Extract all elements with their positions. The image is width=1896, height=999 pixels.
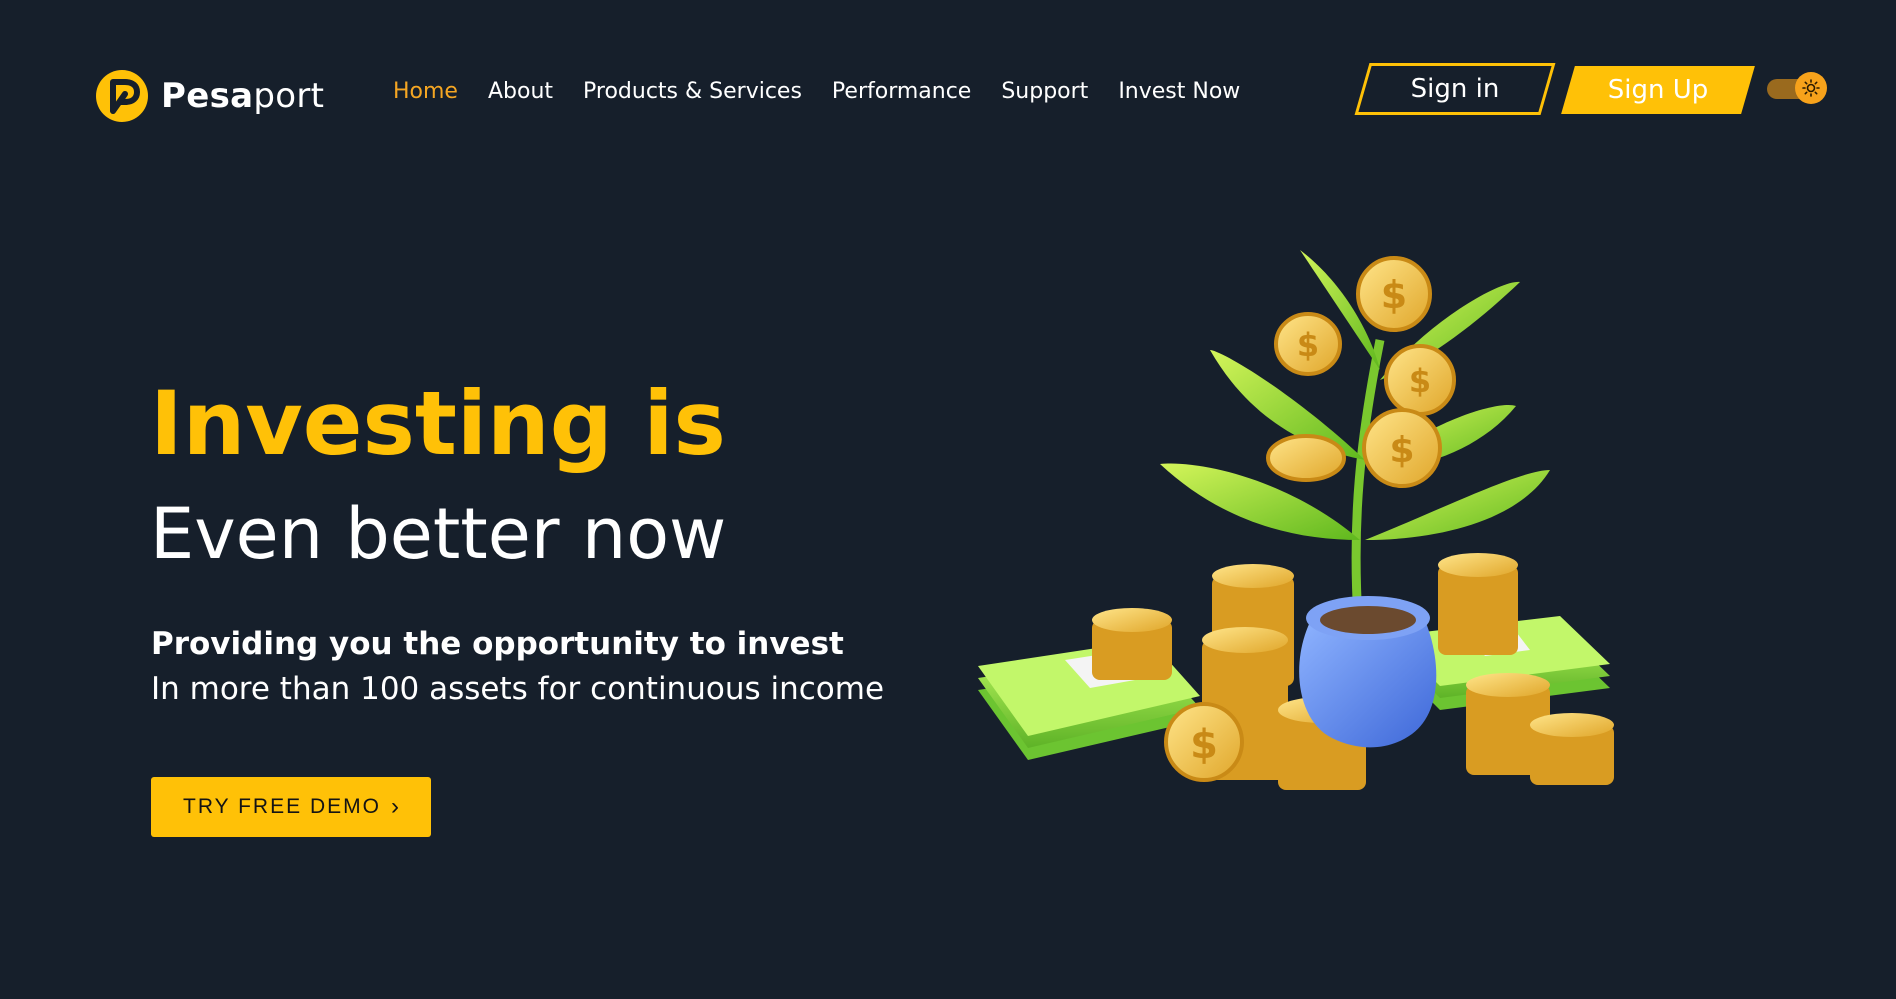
sign-up-label: Sign Up	[1607, 75, 1709, 105]
sign-in-label: Sign in	[1410, 74, 1500, 104]
svg-text:$: $	[1297, 326, 1319, 364]
coin-left: $	[1274, 312, 1342, 376]
hero-tagline-bold: Providing you the opportunity to invest	[151, 626, 844, 662]
site-header: Pesaport Home About Products & Services …	[0, 0, 1896, 180]
nav-home[interactable]: Home	[393, 76, 458, 108]
sun-icon	[1795, 72, 1827, 104]
logo-text: Pesaport	[161, 70, 324, 122]
plant-pot	[1299, 596, 1437, 748]
sign-in-button[interactable]: Sign in	[1362, 63, 1548, 115]
nav-products-services[interactable]: Products & Services	[583, 76, 802, 108]
chevron-right-icon: ›	[390, 793, 399, 820]
svg-text:$: $	[1389, 430, 1414, 471]
coin-mid-left	[1266, 434, 1346, 482]
main-nav: Home About Products & Services Performan…	[393, 76, 1240, 108]
logo-mark-icon	[96, 70, 148, 122]
svg-text:$: $	[1409, 362, 1431, 400]
coin-stack-1	[1092, 608, 1172, 680]
nav-performance[interactable]: Performance	[832, 76, 971, 108]
sign-up-button[interactable]: Sign Up	[1568, 66, 1748, 114]
money-plant-illustration: $ $ $ $ $	[978, 250, 1614, 790]
try-free-demo-label: TRY FREE DEMO	[183, 795, 381, 818]
coin-right: $	[1384, 344, 1456, 416]
logo-text-light: port	[253, 76, 325, 116]
try-free-demo-button[interactable]: TRY FREE DEMO ›	[151, 777, 431, 837]
coin-front: $	[1164, 702, 1244, 782]
nav-invest-now[interactable]: Invest Now	[1118, 76, 1240, 108]
coin-stack-5	[1438, 553, 1518, 655]
svg-text:$: $	[1190, 722, 1218, 768]
logo-text-bold: Pesa	[161, 76, 254, 116]
svg-text:$: $	[1381, 273, 1407, 317]
coin-stack-7	[1530, 713, 1614, 785]
hero-subtitle: Even better now	[150, 493, 727, 575]
hero-title: Investing is	[150, 372, 726, 475]
nav-about[interactable]: About	[488, 76, 553, 108]
hero-tagline: In more than 100 assets for continuous i…	[151, 671, 885, 707]
theme-toggle[interactable]	[1767, 72, 1827, 104]
nav-support[interactable]: Support	[1001, 76, 1088, 108]
coin-mid-right: $	[1362, 408, 1442, 488]
coin-top: $	[1356, 256, 1432, 332]
logo[interactable]: Pesaport	[96, 70, 324, 122]
